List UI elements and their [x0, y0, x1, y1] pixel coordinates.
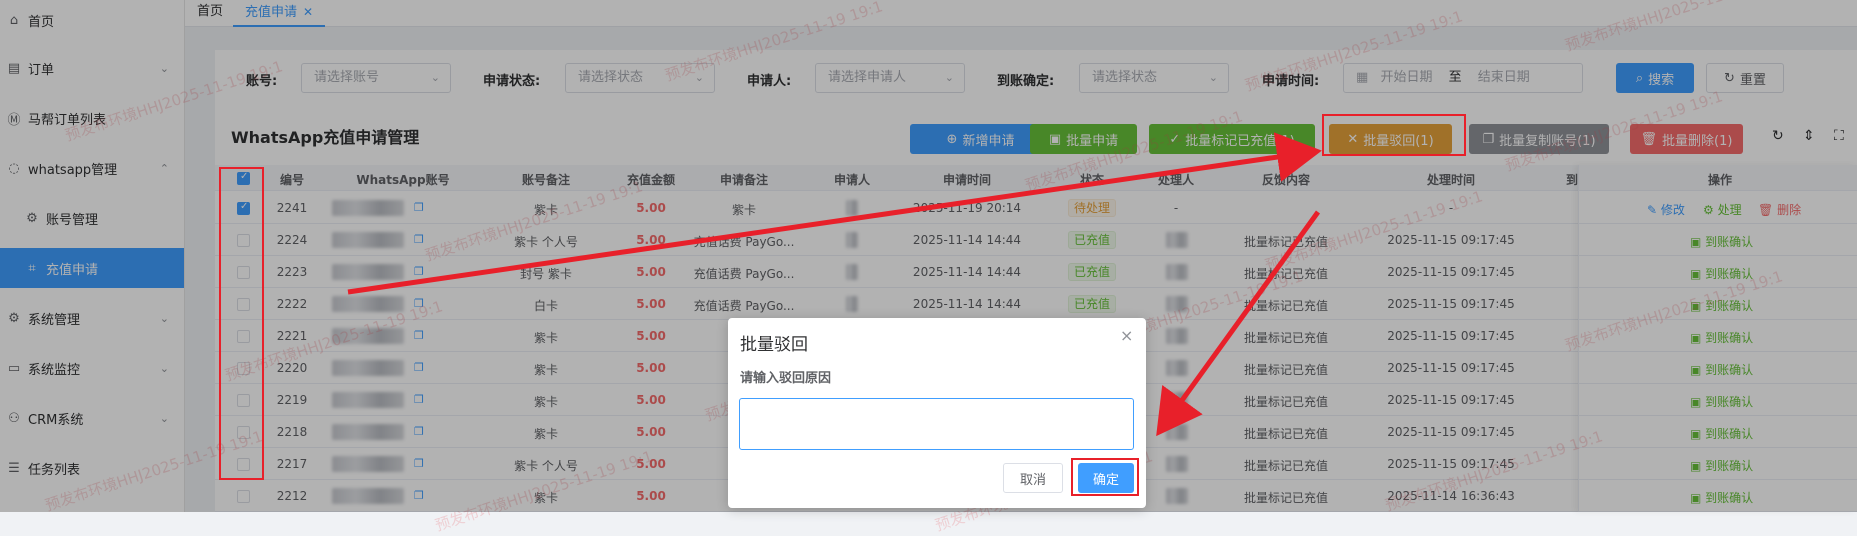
cancel-button[interactable]: 取消 [1003, 463, 1063, 493]
dialog-title: 批量驳回 [740, 335, 808, 355]
close-icon[interactable]: × [1120, 326, 1133, 345]
reject-reason-label: 请输入驳回原因 [740, 371, 832, 386]
confirm-button[interactable]: 确定 [1078, 463, 1134, 493]
arrow-to-dialog [1156, 210, 1321, 437]
arrow-to-batch-reject [347, 132, 1322, 295]
reject-reason-textarea[interactable] [739, 398, 1134, 450]
